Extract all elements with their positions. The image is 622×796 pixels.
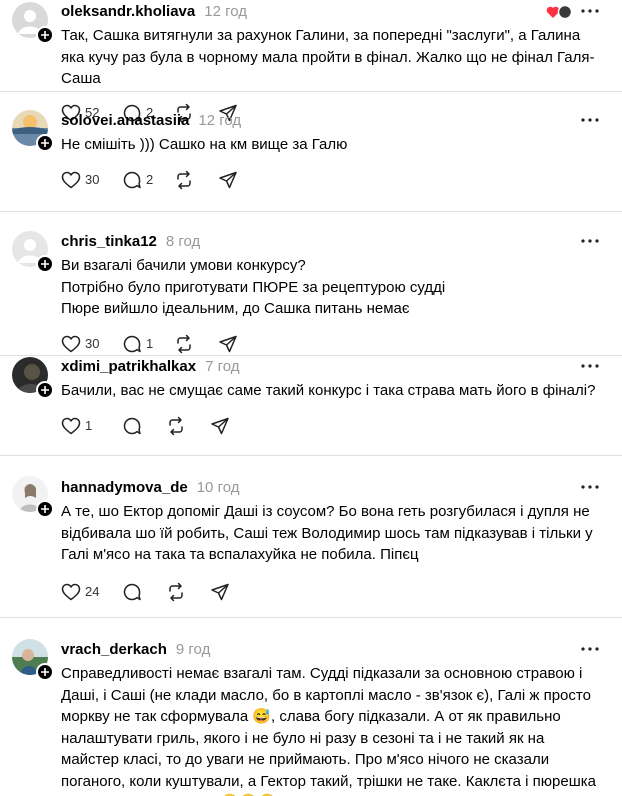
comment-text: Бачили, вас не смущає саме такий конкурс…: [61, 380, 606, 402]
repost-icon: [169, 416, 183, 435]
more-options-icon[interactable]: [580, 234, 600, 248]
heart-icon: [61, 171, 81, 188]
comment-line: Бачили, вас не смущає саме такий конкурс…: [61, 382, 596, 399]
follow-plus-icon[interactable]: [36, 255, 54, 273]
share-button[interactable]: [210, 416, 230, 436]
reply-button[interactable]: [122, 416, 166, 436]
like-button[interactable]: 24: [61, 583, 122, 601]
liked-by-icon: [546, 4, 573, 20]
follow-plus-icon[interactable]: [36, 134, 54, 152]
username[interactable]: solovei.anastasiia: [61, 112, 189, 129]
username[interactable]: xdimi_patrikhalkax: [61, 358, 196, 375]
comment-text: Ви взагалі бачили умови конкурсу? Потріб…: [61, 255, 606, 320]
post-time: 9 год: [175, 640, 211, 658]
like-button[interactable]: 30: [61, 335, 122, 353]
send-icon: [219, 335, 237, 352]
post-time: 8 год: [165, 232, 201, 250]
comment-post: vrach_derkach 9 год Справедливості немає…: [0, 617, 622, 796]
repost-button[interactable]: [174, 170, 218, 190]
avatar[interactable]: [12, 2, 54, 44]
action-bar: 30 2: [61, 168, 606, 192]
like-count: 24: [85, 584, 100, 599]
post-time: 10 год: [196, 478, 240, 496]
comment-line: Пюре вийшло ідеальним, до Сашка питань н…: [61, 300, 410, 317]
comment-text: Так, Сашка витягнули за рахунок Галини, …: [61, 25, 606, 90]
comment-icon: [123, 583, 141, 600]
comment-line: Так, Сашка витягнули за рахунок Галини, …: [61, 27, 595, 87]
repost-button[interactable]: [166, 582, 210, 602]
reply-count: 1: [146, 336, 154, 351]
username[interactable]: chris_tinka12: [61, 233, 157, 250]
comment-text: Не смішіть ))) Сашко на км вище за Галю: [61, 134, 606, 156]
like-button[interactable]: 30: [61, 171, 122, 189]
follow-plus-icon[interactable]: [36, 26, 54, 44]
like-count: 30: [85, 336, 100, 351]
comment-line: А те, шо Ектор допоміг Даші із соусом? Б…: [61, 503, 593, 563]
username[interactable]: hannadymova_de: [61, 479, 188, 496]
comment-line: Не смішіть ))) Сашко на км вище за Галю: [61, 136, 348, 153]
comment-feed: oleksandr.kholiava 12 год Так, Сашка вит…: [0, 0, 622, 796]
comment-post: oleksandr.kholiava 12 год Так, Сашка вит…: [0, 0, 622, 122]
comment-post: chris_tinka12 8 год Ви взагалі бачили ум…: [0, 211, 622, 355]
follow-plus-icon[interactable]: [36, 663, 54, 681]
like-button[interactable]: 1: [61, 417, 122, 435]
action-bar: 1: [61, 414, 606, 438]
comment-icon: [123, 417, 141, 434]
avatar[interactable]: [12, 639, 54, 681]
reply-button[interactable]: 1: [122, 334, 174, 354]
post-time: 7 год: [205, 357, 240, 375]
heart-icon: [61, 583, 81, 600]
username[interactable]: oleksandr.kholiava: [61, 3, 195, 20]
comment-line: Справедливості немає взагалі там. Судді …: [61, 665, 596, 796]
avatar[interactable]: [12, 231, 54, 273]
avatar[interactable]: [12, 110, 54, 152]
follow-plus-icon[interactable]: [36, 500, 54, 518]
send-icon: [219, 171, 237, 188]
comment-icon: [123, 171, 141, 188]
like-count: 1: [85, 418, 93, 433]
comment-text: Справедливості немає взагалі там. Судді …: [61, 663, 606, 796]
comment-text: А те, шо Ектор допоміг Даші із соусом? Б…: [61, 501, 606, 566]
action-bar: 24: [61, 580, 606, 604]
share-button[interactable]: [210, 582, 230, 602]
comment-icon: [123, 335, 141, 352]
reply-button[interactable]: [122, 582, 166, 602]
post-time: 12 год: [198, 111, 242, 129]
heart-icon: [61, 417, 81, 434]
share-button[interactable]: [218, 170, 238, 190]
send-icon: [211, 583, 229, 600]
repost-icon: [177, 170, 191, 189]
share-button[interactable]: [218, 334, 238, 354]
like-count: 30: [85, 172, 100, 187]
repost-button[interactable]: [174, 334, 218, 354]
reply-count: 2: [146, 172, 154, 187]
avatar[interactable]: [12, 476, 54, 518]
avatar[interactable]: [12, 357, 54, 399]
more-options-icon[interactable]: [580, 113, 600, 127]
repost-icon: [177, 334, 191, 353]
more-options-icon[interactable]: [580, 480, 600, 494]
action-bar: 30 1: [61, 332, 606, 356]
comment-line: Потрібно було приготувати ПЮРЕ за рецепт…: [61, 278, 446, 296]
comment-post: xdimi_patrikhalkax 7 год Бачили, вас не …: [0, 355, 622, 455]
repost-button[interactable]: [166, 416, 210, 436]
post-time: 12 год: [204, 2, 247, 20]
more-options-icon[interactable]: [580, 359, 600, 373]
comment-post: hannadymova_de 10 год А те, шо Ектор доп…: [0, 455, 622, 617]
more-options-icon[interactable]: [580, 642, 600, 656]
username[interactable]: vrach_derkach: [61, 641, 167, 658]
send-icon: [211, 417, 229, 434]
more-options-icon[interactable]: [580, 4, 600, 18]
reply-button[interactable]: 2: [122, 170, 174, 190]
comment-line: Ви взагалі бачили умови конкурсу?: [61, 257, 306, 274]
comment-post: solovei.anastasiia 12 год Не смішіть )))…: [0, 91, 622, 211]
repost-icon: [169, 582, 183, 601]
heart-icon: [61, 335, 81, 352]
follow-plus-icon[interactable]: [36, 381, 54, 399]
